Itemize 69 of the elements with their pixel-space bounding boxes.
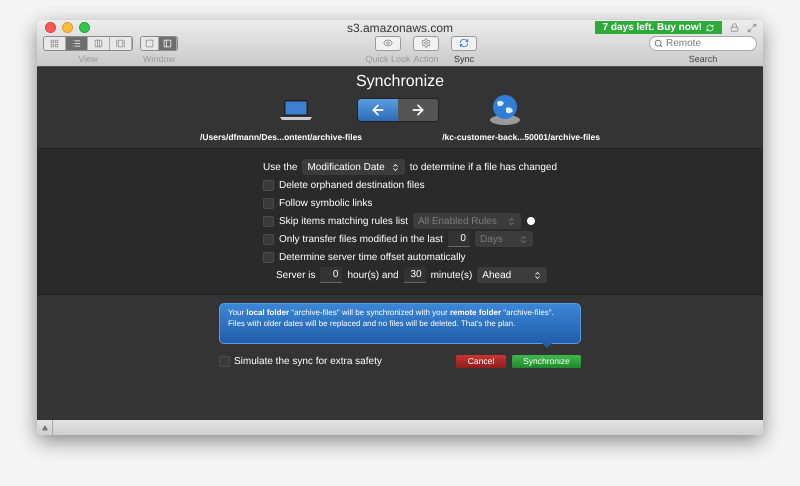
number-field[interactable]: 0 <box>320 267 342 283</box>
globe-icon <box>489 94 521 126</box>
left-arrow-icon <box>370 102 386 118</box>
checkbox[interactable] <box>263 198 274 208</box>
option-label: hour(s) and <box>347 268 399 282</box>
refresh-icon <box>706 24 714 32</box>
window-label: Window <box>142 52 175 66</box>
info-button[interactable] <box>526 217 535 225</box>
dialog-title: Synchronize <box>356 73 444 91</box>
checkbox[interactable] <box>263 234 274 244</box>
local-path: /Users/dfmann/Des...ontent/archive-files <box>200 131 362 144</box>
direction-segment[interactable] <box>398 99 438 121</box>
sync-icon <box>459 38 469 48</box>
minimize-window-button[interactable] <box>62 22 73 34</box>
updown-icon <box>506 216 516 226</box>
message-text: Files with older dates will be replaced and no files will be deleted. That's the plan. <box>228 318 516 329</box>
search-icon <box>654 38 663 48</box>
gallery-icon <box>116 38 125 48</box>
grid-icon <box>50 38 59 48</box>
option-label: Delete orphaned destination files <box>279 178 425 192</box>
number-field[interactable]: 30 <box>404 267 426 283</box>
lock-icon[interactable] <box>730 23 739 32</box>
option-label: to determine if a file has changed <box>410 160 558 174</box>
fullscreen-icon[interactable] <box>747 22 757 33</box>
view-mode-segment[interactable] <box>88 36 110 50</box>
gear-icon <box>421 38 431 48</box>
option-label: Skip items matching rules list <box>279 214 408 228</box>
view-mode-segment[interactable] <box>110 36 132 50</box>
toolbar-label: Sync <box>454 52 474 66</box>
checkbox[interactable] <box>263 216 274 226</box>
updown-icon <box>533 270 542 280</box>
option-label: minute(s) <box>430 268 472 282</box>
option-label: Only transfer files modified in the last <box>279 232 443 246</box>
triangle-icon <box>42 424 48 430</box>
simulate-label: Simulate the sync for extra safety <box>234 355 382 369</box>
checkbox[interactable] <box>263 180 274 190</box>
eye-icon <box>383 38 393 48</box>
checkbox[interactable] <box>263 252 274 262</box>
cancel-button[interactable]: Cancel <box>456 355 506 368</box>
close-window-button[interactable] <box>45 22 56 34</box>
view-label: View <box>78 52 98 66</box>
message-text: Your local folder "archive-files" will be synchronized with your remote folder "archive-files". <box>228 307 555 318</box>
split-pane-icon <box>163 38 172 48</box>
direction-segment[interactable] <box>358 99 398 121</box>
search-label: Search <box>688 52 718 66</box>
updown-icon <box>518 234 528 244</box>
option-label: Follow symbolic links <box>279 196 372 210</box>
view-mode-segment[interactable] <box>44 36 66 50</box>
updown-icon <box>390 162 400 172</box>
window-title: s3.amazonaws.com <box>346 20 454 37</box>
window-mode-segment[interactable] <box>159 36 177 50</box>
toolbar-label: Action <box>413 52 438 66</box>
zoom-window-button[interactable] <box>79 22 90 34</box>
window-mode-segment[interactable] <box>141 36 159 50</box>
remote-path: /kc-customer-back...50001/archive-files <box>442 131 600 144</box>
columns-icon <box>94 38 103 48</box>
list-icon <box>72 38 81 48</box>
number-field[interactable]: 0 <box>448 231 470 247</box>
laptop-icon <box>279 99 313 121</box>
option-label: Server is <box>276 268 316 282</box>
dropdown[interactable]: Modification Date <box>302 159 405 175</box>
option-label: Use the <box>263 160 298 174</box>
toolbar-button[interactable] <box>451 36 477 50</box>
view-mode-segment[interactable] <box>66 36 88 50</box>
right-arrow-icon <box>410 102 426 118</box>
dropdown[interactable]: Ahead <box>477 267 548 283</box>
option-label: Determine server time offset automatically <box>279 250 466 264</box>
single-pane-icon <box>145 38 154 48</box>
search-field[interactable]: Remote <box>649 36 757 50</box>
